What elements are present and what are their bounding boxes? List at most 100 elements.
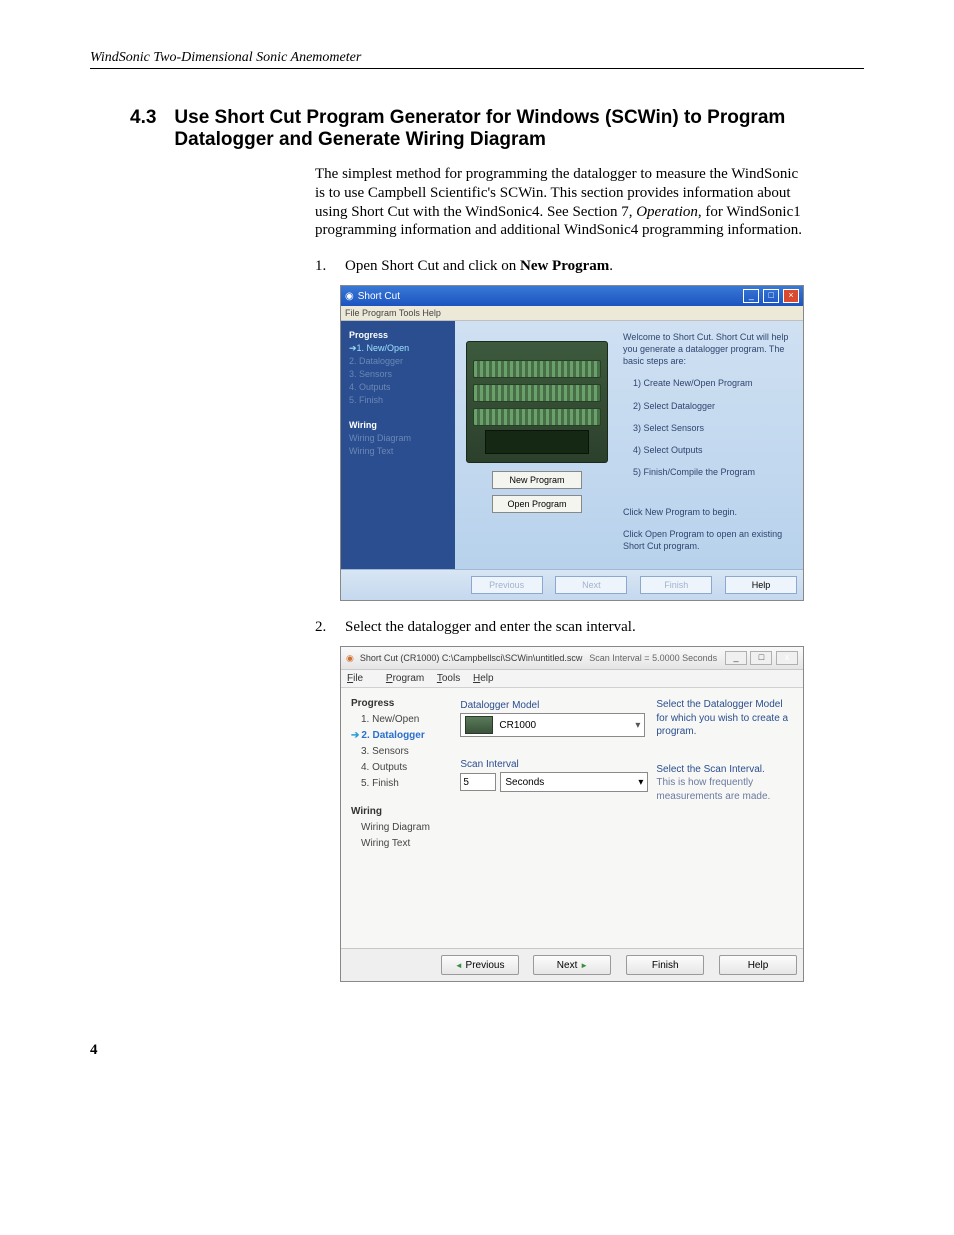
sidebar-item-finish[interactable]: 5. Finish xyxy=(351,776,450,792)
sidebar-item-wiring-diagram[interactable]: Wiring Diagram xyxy=(351,820,450,836)
minimize-icon[interactable]: _ xyxy=(743,289,759,303)
win2-title: Short Cut (CR1000) C:\Campbellsci\SCWin\… xyxy=(360,653,583,663)
scan-interval-input[interactable] xyxy=(460,773,496,791)
step-2-index: 2. xyxy=(315,619,333,636)
window-controls: _ □ × xyxy=(742,289,799,303)
close-icon[interactable]: x xyxy=(776,651,798,665)
open-program-button[interactable]: Open Program xyxy=(492,495,582,513)
maximize-icon[interactable]: □ xyxy=(750,651,772,665)
win2-menubar[interactable]: File Program Tools Help xyxy=(341,670,803,688)
section-number: 4.3 xyxy=(130,107,156,151)
sidebar-item-sensors[interactable]: 3. Sensors xyxy=(351,744,450,760)
win2-sidebar: Progress 1. New/Open ➔2. Datalogger 3. S… xyxy=(341,688,456,948)
step-1-bold: New Program xyxy=(520,258,609,274)
logger-icon xyxy=(465,716,493,734)
running-header: WindSonic Two-Dimensional Sonic Anemomet… xyxy=(90,50,864,69)
sidebar-item-datalogger[interactable]: 2. Datalogger xyxy=(349,355,449,368)
new-program-button[interactable]: New Program xyxy=(492,471,582,489)
sidebar-item-label: 1. New/Open xyxy=(357,343,410,353)
help-button[interactable]: Help xyxy=(725,576,797,594)
sidebar-item-label: 2. Datalogger xyxy=(361,730,424,741)
next-button[interactable]: Next ► xyxy=(533,955,611,975)
win2-titlebar: ◉ Short Cut (CR1000) C:\Campbellsci\SCWi… xyxy=(341,647,803,670)
window-controls: _ □ x xyxy=(724,651,798,665)
finish-button[interactable]: Finish xyxy=(640,576,712,594)
datalogger-image xyxy=(466,341,608,463)
menu-file[interactable]: File xyxy=(347,673,373,684)
previous-button[interactable]: Previous xyxy=(471,576,543,594)
menu-program[interactable]: Program xyxy=(386,673,424,684)
menu-help[interactable]: Help xyxy=(473,673,494,684)
screenshot-2: ◉ Short Cut (CR1000) C:\Campbellsci\SCWi… xyxy=(340,646,804,982)
sidebar-head-progress: Progress xyxy=(351,696,450,712)
sidebar-item-wiring-diagram[interactable]: Wiring Diagram xyxy=(349,432,449,445)
welcome-step-3: 3) Select Sensors xyxy=(623,422,793,434)
chevron-down-icon: ▾ xyxy=(635,720,640,731)
intro-operation: Operation xyxy=(636,204,698,220)
sidebar-item-finish[interactable]: 5. Finish xyxy=(349,394,449,407)
page-number: 4 xyxy=(90,1042,864,1059)
sidebar-head-progress: Progress xyxy=(349,329,449,342)
chevron-down-icon: ▾ xyxy=(638,777,643,788)
triangle-right-icon: ► xyxy=(580,961,588,970)
help-scan-text-a: Select the Scan Interval. xyxy=(656,763,793,777)
step-2: 2. Select the datalogger and enter the s… xyxy=(315,619,804,636)
sidebar-item-newopen[interactable]: 1. New/Open xyxy=(351,712,450,728)
btn-label: Previous xyxy=(466,960,505,971)
welcome-step-1: 1) Create New/Open Program xyxy=(623,377,793,389)
sidebar-item-sensors[interactable]: 3. Sensors xyxy=(349,368,449,381)
finish-button[interactable]: Finish xyxy=(626,955,704,975)
triangle-left-icon: ◄ xyxy=(455,961,463,970)
label-datalogger-model: Datalogger Model xyxy=(460,700,648,711)
section-heading: 4.3 Use Short Cut Program Generator for … xyxy=(130,107,864,151)
sidebar-item-wiring-text[interactable]: Wiring Text xyxy=(349,445,449,458)
section-title: Use Short Cut Program Generator for Wind… xyxy=(174,107,864,151)
sidebar-item-outputs[interactable]: 4. Outputs xyxy=(349,381,449,394)
welcome-step-4: 4) Select Outputs xyxy=(623,444,793,456)
sidebar-item-newopen[interactable]: ➔1. New/Open xyxy=(349,342,449,355)
win1-titlebar: ◉ Short Cut _ □ × xyxy=(341,286,803,306)
scan-units-select[interactable]: Seconds ▾ xyxy=(500,772,648,792)
screenshot-1: ◉ Short Cut _ □ × File Program Tools Hel… xyxy=(340,285,804,601)
welcome-step-2: 2) Select Datalogger xyxy=(623,400,793,412)
win1-help-panel: Welcome to Short Cut. Short Cut will hel… xyxy=(619,321,803,569)
step-1-a: Open Short Cut and click on xyxy=(345,258,520,274)
datalogger-model-select[interactable]: CR1000 ▾ xyxy=(460,713,645,737)
next-button[interactable]: Next xyxy=(555,576,627,594)
win1-title: Short Cut xyxy=(358,291,400,302)
sidebar-item-outputs[interactable]: 4. Outputs xyxy=(351,760,450,776)
welcome-text: Welcome to Short Cut. Short Cut will hel… xyxy=(623,331,793,367)
help-scan-text-b: This is how frequently measurements are … xyxy=(656,776,793,803)
sidebar-item-wiring-text[interactable]: Wiring Text xyxy=(351,836,450,852)
win2-title-mid: Scan Interval = 5.0000 Seconds xyxy=(589,653,717,663)
step-1: 1. Open Short Cut and click on New Progr… xyxy=(315,258,804,275)
app-icon: ◉ xyxy=(346,653,354,664)
previous-button[interactable]: ◄ Previous xyxy=(441,955,519,975)
win1-footer: Previous Next Finish Help xyxy=(341,569,803,600)
step-1-index: 1. xyxy=(315,258,333,275)
win1-menubar[interactable]: File Program Tools Help xyxy=(341,306,803,321)
step-1-text: Open Short Cut and click on New Program. xyxy=(345,258,613,275)
begin-text: Click New Program to begin. xyxy=(623,506,793,518)
sidebar-head-wiring: Wiring xyxy=(349,419,449,432)
arrow-icon: ➔ xyxy=(351,730,359,741)
sidebar-item-datalogger[interactable]: ➔2. Datalogger xyxy=(351,728,450,744)
menu-tools[interactable]: Tools xyxy=(437,673,460,684)
win1-sidebar: Progress ➔1. New/Open 2. Datalogger 3. S… xyxy=(341,321,455,569)
win2-footer: ◄ Previous Next ► Finish Help xyxy=(341,948,803,981)
close-icon[interactable]: × xyxy=(783,289,799,303)
help-button[interactable]: Help xyxy=(719,955,797,975)
menu-file-rest: ile xyxy=(353,673,363,684)
win2-help-panel: Select the Datalogger Model for which yo… xyxy=(652,688,803,948)
sidebar-head-wiring: Wiring xyxy=(351,804,450,820)
welcome-step-5: 5) Finish/Compile the Program xyxy=(623,466,793,478)
help-model-text: Select the Datalogger Model for which yo… xyxy=(656,698,793,739)
intro-paragraph: The simplest method for programming the … xyxy=(315,165,804,240)
maximize-icon[interactable]: □ xyxy=(763,289,779,303)
label-scan-interval: Scan Interval xyxy=(460,759,648,770)
datalogger-model-value: CR1000 xyxy=(499,720,536,731)
app-icon: ◉ xyxy=(345,291,354,302)
minimize-icon[interactable]: _ xyxy=(725,651,747,665)
btn-label: Next xyxy=(557,960,578,971)
step-1-c: . xyxy=(609,258,613,274)
